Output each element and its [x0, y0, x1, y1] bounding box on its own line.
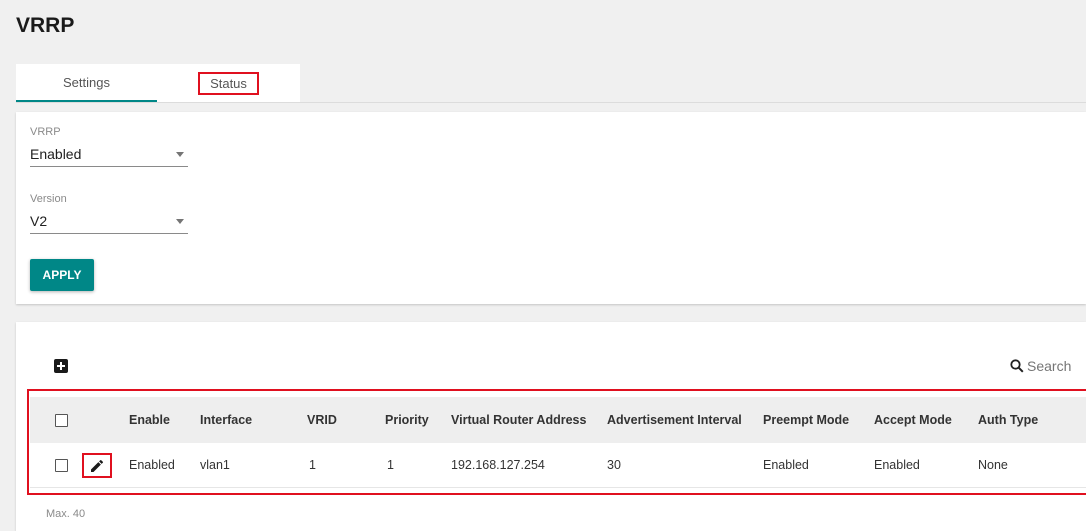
search-box[interactable]: Search: [1010, 358, 1071, 374]
version-value: V2: [30, 213, 48, 229]
search-icon: [1010, 359, 1024, 373]
max-entries-note: Max. 40: [46, 508, 86, 520]
version-label: Version: [30, 193, 67, 205]
tab-status[interactable]: Status: [157, 64, 300, 102]
tab-bar: Settings Status: [16, 64, 300, 102]
tab-settings-label: Settings: [63, 74, 110, 90]
vrrp-select[interactable]: Enabled: [30, 142, 188, 167]
tab-divider: [16, 102, 1086, 103]
vrrp-label: VRRP: [30, 126, 61, 138]
table-highlight-box: [27, 389, 1086, 495]
search-placeholder: Search: [1027, 358, 1072, 374]
version-field: Version V2: [30, 193, 188, 234]
page-title: VRRP: [16, 14, 75, 37]
tab-status-label: Status: [198, 71, 259, 95]
settings-card: VRRP Enabled Version V2 APPLY: [16, 112, 1086, 304]
apply-button[interactable]: APPLY: [30, 259, 94, 291]
chevron-down-icon: [176, 151, 184, 157]
add-box-icon[interactable]: [54, 359, 68, 373]
vrrp-field: VRRP Enabled: [30, 126, 188, 167]
apply-button-label: APPLY: [42, 268, 82, 282]
vrrp-value: Enabled: [30, 146, 82, 162]
version-select[interactable]: V2: [30, 209, 188, 234]
chevron-down-icon: [176, 218, 184, 224]
tab-settings[interactable]: Settings: [16, 64, 157, 102]
